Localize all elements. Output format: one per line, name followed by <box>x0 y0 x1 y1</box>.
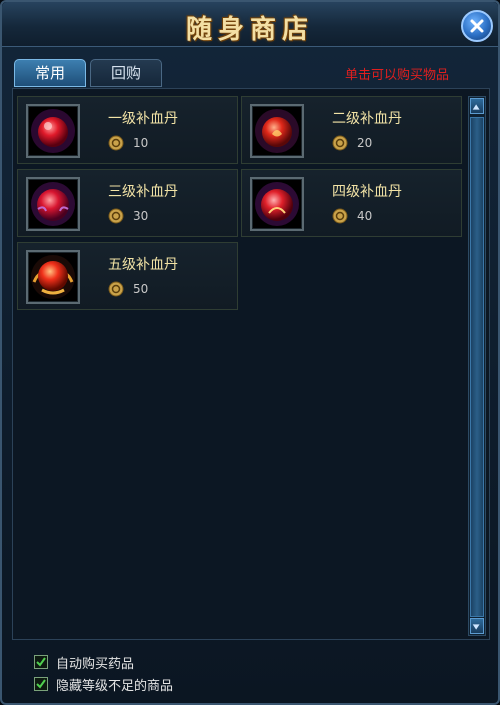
scroll-thumb[interactable] <box>470 117 484 617</box>
auto-buy-label: 自动购买药品 <box>56 656 135 672</box>
item-slot <box>26 250 80 304</box>
red-orb-icon <box>31 109 75 153</box>
close-button[interactable] <box>461 10 493 42</box>
item-price: 10 <box>133 136 149 150</box>
arrow-down-icon <box>472 624 480 630</box>
shop-item[interactable]: 一级补血丹 10 <box>17 96 238 164</box>
item-name: 一级补血丹 <box>108 111 178 127</box>
red-orb-icon <box>255 182 299 226</box>
item-slot <box>26 177 80 231</box>
coin-icon <box>108 208 124 224</box>
hide-low-level-checkbox[interactable] <box>34 677 48 691</box>
shop-item[interactable]: 三级补血丹 30 <box>17 169 238 237</box>
title-bar: 随身商店 <box>2 2 498 47</box>
checkmark-icon <box>36 657 46 667</box>
arrow-up-icon <box>472 104 480 110</box>
close-icon <box>470 19 484 33</box>
tab-buyback[interactable]: 回购 <box>90 59 162 87</box>
item-name: 五级补血丹 <box>108 257 178 273</box>
window-title: 随身商店 <box>185 15 314 45</box>
item-name: 三级补血丹 <box>108 184 178 200</box>
scroll-up-button[interactable] <box>470 98 484 114</box>
scrollbar[interactable] <box>468 96 486 636</box>
item-list-panel: 一级补血丹 10 二级补血丹 20 三级补血丹 30 四级补血丹 40 五级补血… <box>12 88 490 640</box>
item-name: 二级补血丹 <box>332 111 402 127</box>
purchase-hint: 单击可以购买物品 <box>344 68 449 83</box>
coin-icon <box>332 135 348 151</box>
hide-low-level-option[interactable]: 隐藏等级不足的商品 <box>34 675 174 694</box>
item-name: 四级补血丹 <box>332 184 402 200</box>
scroll-down-button[interactable] <box>470 618 484 634</box>
hide-low-level-label: 隐藏等级不足的商品 <box>56 678 174 694</box>
tab-common[interactable]: 常用 <box>14 59 86 87</box>
red-orb-icon <box>31 182 75 226</box>
red-orb-icon <box>255 109 299 153</box>
shop-item[interactable]: 四级补血丹 40 <box>241 169 462 237</box>
item-slot <box>250 104 304 158</box>
shop-item[interactable]: 二级补血丹 20 <box>241 96 462 164</box>
shop-item[interactable]: 五级补血丹 50 <box>17 242 238 310</box>
item-slot <box>26 104 80 158</box>
checkmark-icon <box>36 679 46 689</box>
coin-icon <box>108 135 124 151</box>
item-price: 40 <box>357 209 373 223</box>
auto-buy-option[interactable]: 自动购买药品 <box>34 653 135 672</box>
shop-window: 随身商店 常用 回购 单击可以购买物品 一级补血丹 10 二级补血丹 20 三级… <box>0 0 500 705</box>
auto-buy-checkbox[interactable] <box>34 655 48 669</box>
red-orb-icon <box>31 255 75 299</box>
item-price: 30 <box>133 209 149 223</box>
coin-icon <box>332 208 348 224</box>
item-slot <box>250 177 304 231</box>
coin-icon <box>108 281 124 297</box>
item-price: 20 <box>357 136 373 150</box>
item-price: 50 <box>133 282 149 296</box>
